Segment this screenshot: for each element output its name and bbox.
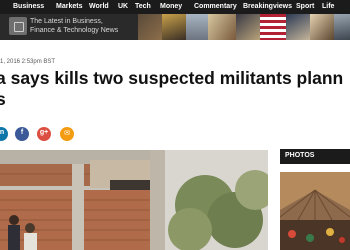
nav-item-markets[interactable]: Markets	[56, 3, 82, 10]
nav-item-uk[interactable]: UK	[118, 3, 128, 10]
nav-item-sport[interactable]: Sport	[296, 3, 314, 10]
headline-line-2: s	[0, 89, 6, 109]
top-nav: Business Markets World UK Tech Money Com…	[0, 0, 350, 14]
article-photo[interactable]	[0, 150, 268, 250]
email-icon: ✉	[64, 130, 70, 137]
thumbnail-image[interactable]	[260, 14, 286, 40]
google-plus-icon: g+	[39, 129, 49, 136]
nav-item-commentary[interactable]: Commentary	[194, 3, 237, 10]
facebook-icon: f	[20, 129, 24, 136]
photos-section-header: PHOTOS	[280, 149, 350, 164]
thumbnail-image[interactable]	[334, 14, 350, 40]
share-google-plus-button[interactable]: g+	[37, 127, 51, 141]
thumbnail-image[interactable]	[186, 14, 208, 40]
nav-item-tech[interactable]: Tech	[135, 3, 151, 10]
thumbnail-image[interactable]	[138, 14, 162, 40]
promo-text[interactable]: The Latest in Business, Finance & Techno…	[30, 17, 135, 35]
promo-line-1: The Latest in Business,	[30, 18, 103, 25]
share-linkedin-button[interactable]: in	[0, 127, 8, 141]
nav-item-breakingviews[interactable]: Breakingviews	[243, 3, 292, 10]
app-icon[interactable]	[9, 17, 27, 35]
photos-section-title: PHOTOS	[285, 152, 315, 159]
sidebar-photo-graphic	[280, 172, 350, 250]
article-photo-graphic	[0, 150, 268, 250]
linkedin-icon: in	[0, 129, 5, 136]
nav-item-money[interactable]: Money	[160, 3, 182, 10]
headline-line-1: a says kills two suspected militants pla…	[0, 68, 344, 88]
nav-item-world[interactable]: World	[89, 3, 109, 10]
news-thumbnail-strip	[138, 14, 350, 40]
thumbnail-image[interactable]	[208, 14, 236, 40]
share-email-button[interactable]: ✉	[60, 127, 74, 141]
thumbnail-image[interactable]	[286, 14, 310, 40]
article-date: 1, 2016 2:53pm BST	[0, 59, 56, 65]
nav-item-business[interactable]: Business	[13, 3, 44, 10]
promo-line-2: Finance & Technology News	[30, 27, 119, 34]
share-facebook-button[interactable]: f	[15, 127, 29, 141]
nav-item-life[interactable]: Life	[322, 3, 334, 10]
thumbnail-image[interactable]	[162, 14, 186, 40]
sidebar-photo[interactable]	[280, 172, 350, 250]
thumbnail-image[interactable]	[310, 14, 334, 40]
thumbnail-image[interactable]	[236, 14, 260, 40]
